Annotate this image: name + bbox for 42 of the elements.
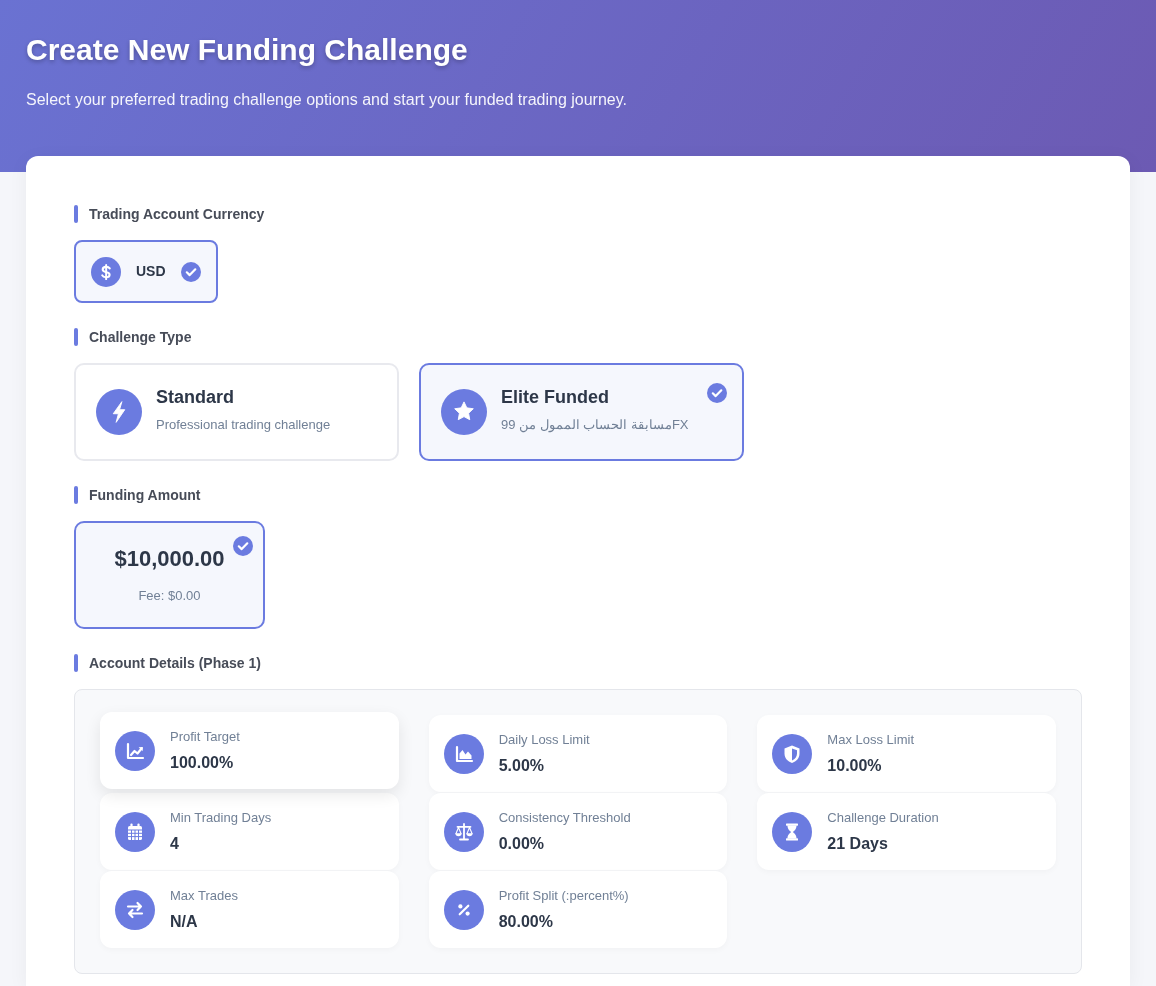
detail-label: Challenge Duration [827, 809, 939, 826]
detail-label: Consistency Threshold [498, 809, 631, 826]
detail-label: Profit Split (:percent%) [498, 887, 629, 904]
section-label: Account Details (Phase 1) [89, 654, 261, 672]
balance-scale-icon [443, 811, 484, 852]
section-accent-bar [74, 328, 78, 346]
challenge-type-option[interactable]: Standard Professional trading challenge [74, 363, 399, 461]
check-icon [180, 261, 201, 282]
calendar-icon [115, 811, 155, 852]
hourglass-icon [772, 811, 813, 852]
section-accent-bar [74, 654, 78, 672]
section-label: Challenge Type [89, 328, 192, 346]
detail-label: Max Loss Limit [827, 731, 915, 748]
detail-value: N/A [170, 911, 199, 932]
detail-value: 10.00% [827, 755, 883, 776]
shield-icon [772, 733, 813, 774]
check-icon [707, 383, 727, 403]
section-accent-bar [74, 486, 78, 504]
detail-value: 0.00% [498, 833, 546, 854]
percent-icon [443, 889, 484, 930]
dollar-icon [91, 256, 121, 287]
detail-label: Daily Loss Limit [498, 731, 590, 748]
detail-label: Min Trading Days [170, 809, 272, 826]
lightning-bolt-icon [96, 389, 142, 435]
page-subtitle: Select your preferred trading challenge options and start your funded trading journey. [26, 90, 628, 110]
detail-value: 80.00% [498, 911, 554, 932]
detail-label: Max Trades [170, 887, 238, 904]
section-accent-bar [74, 205, 78, 223]
detail-value: 21 Days [827, 833, 889, 854]
section-label: Trading Account Currency [89, 205, 265, 223]
detail-label: Profit Target [170, 728, 240, 745]
detail-value: 5.00% [498, 755, 546, 776]
funding-amount-option[interactable]: $10,000.00 Fee: $0.00 [74, 521, 265, 629]
swap-arrows-icon [115, 889, 155, 930]
page-title: Create New Funding Challenge [26, 32, 469, 68]
detail-value: 4 [170, 833, 180, 854]
trend-chart-icon [115, 730, 155, 771]
currency-option[interactable]: USD [74, 240, 218, 303]
detail-value: 100.00% [170, 752, 235, 773]
section-label: Funding Amount [89, 486, 201, 504]
check-icon [233, 536, 253, 556]
area-chart-icon [443, 733, 484, 774]
